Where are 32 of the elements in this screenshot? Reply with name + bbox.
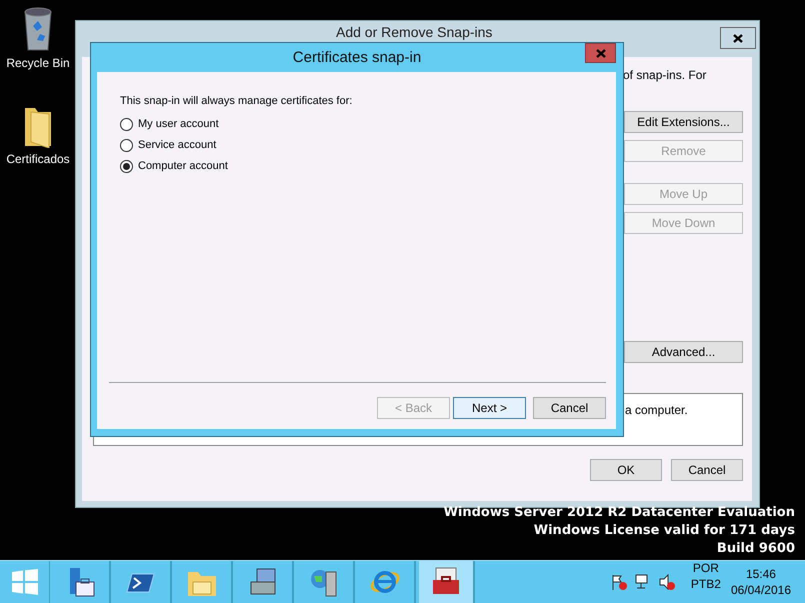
recycle-bin-icon xyxy=(22,6,54,52)
dialog-button[interactable]: Cancel xyxy=(671,459,743,481)
desktop-icon-label[interactable]: Recycle Bin xyxy=(6,56,70,70)
wizard-button[interactable]: Next > xyxy=(453,397,526,419)
taskbar-button[interactable] xyxy=(419,561,475,603)
flag-icon xyxy=(610,574,627,590)
prompt-text: This snap-in will always manage certificates for: xyxy=(120,95,354,107)
clock-time[interactable]: 15:46 xyxy=(746,567,776,581)
speaker-muted-icon xyxy=(658,574,675,590)
os-notice-text: Build 9600 xyxy=(716,540,795,558)
language-indicator[interactable]: POR xyxy=(692,561,719,575)
os-notice-text: Windows License valid for 171 days xyxy=(534,522,795,540)
radio-button[interactable] xyxy=(120,160,133,172)
clock-date[interactable]: 06/04/2016 xyxy=(730,583,791,597)
os-notice-text: Windows Server 2012 R2 Datacenter Evaluation xyxy=(444,504,795,522)
radio-label[interactable]: Service account xyxy=(138,139,216,151)
close-icon xyxy=(596,48,606,58)
windows-logo-icon xyxy=(12,569,38,595)
keyboard-layout[interactable]: PTB2 xyxy=(690,577,721,591)
side-button[interactable]: Advanced... xyxy=(624,341,743,363)
desktop-icon-label[interactable]: Certificados xyxy=(6,152,70,166)
radio-button[interactable] xyxy=(120,138,133,152)
radio-label[interactable]: My user account xyxy=(138,118,219,130)
dialog-button[interactable]: OK xyxy=(590,459,662,481)
side-button[interactable]: Edit Extensions... xyxy=(624,111,743,133)
close-button[interactable] xyxy=(720,27,756,49)
radio-label[interactable]: Computer account xyxy=(138,160,228,172)
window-title: Add or Remove Snap-ins xyxy=(336,24,492,40)
radio-button[interactable] xyxy=(120,118,133,130)
close-icon xyxy=(733,34,743,42)
dialog-title: Certificates snap-in xyxy=(292,49,422,66)
wizard-button[interactable]: Cancel xyxy=(533,397,606,419)
